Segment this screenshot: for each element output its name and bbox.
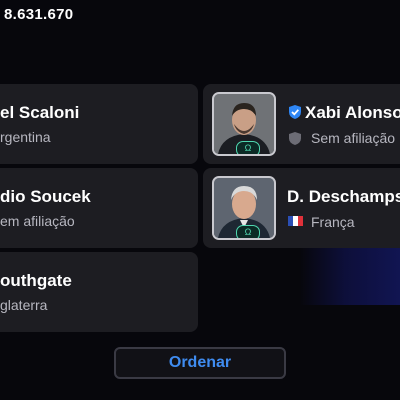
manager-card[interactable]: Ω Xabi Alonso Sem afiliação xyxy=(203,84,400,164)
verified-check-icon xyxy=(289,105,301,119)
manager-portrait: Ω xyxy=(212,92,276,156)
manager-nationality: rgentina xyxy=(0,129,51,145)
manager-nationality: glaterra xyxy=(0,297,48,313)
manager-affiliation: em afiliação xyxy=(0,213,75,229)
coin-balance: 8.631.670 xyxy=(4,6,74,23)
manager-name: D. Deschamps xyxy=(287,187,400,206)
manager-card[interactable]: outhgate glaterra xyxy=(0,252,198,332)
france-flag-icon xyxy=(288,216,303,226)
sort-button[interactable]: Ordenar xyxy=(114,347,286,379)
manager-name: outhgate xyxy=(0,271,72,290)
manager-card[interactable]: dio Soucek em afiliação xyxy=(0,168,198,248)
rating-badge: Ω xyxy=(236,141,260,154)
manager-card[interactable]: Ω D. Deschamps França xyxy=(203,168,400,248)
shield-icon xyxy=(289,132,301,145)
manager-name: el Scaloni xyxy=(0,103,80,122)
manager-name: Xabi Alonso xyxy=(305,103,400,122)
manager-nationality: França xyxy=(311,214,355,230)
manager-portrait: Ω xyxy=(212,176,276,240)
background-glow xyxy=(300,245,400,305)
manager-affiliation: Sem afiliação xyxy=(311,130,396,146)
manager-card[interactable]: el Scaloni rgentina xyxy=(0,84,198,164)
manager-name: dio Soucek xyxy=(0,187,91,206)
rating-badge: Ω xyxy=(236,225,260,238)
